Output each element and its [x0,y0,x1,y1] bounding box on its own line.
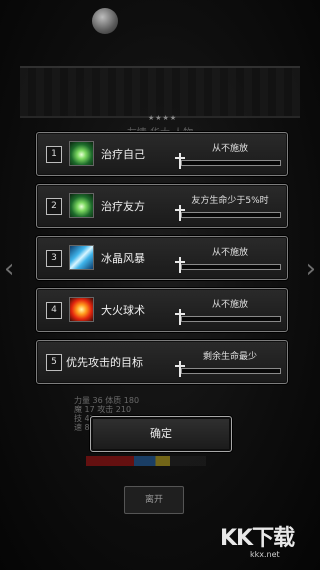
cast-condition: 从不施放 [211,300,248,310]
target-condition: 剩余生命最少 [202,352,257,362]
skill-slot-3[interactable]: 3 冰晶风暴 从不施放 [36,236,288,280]
slot-number: 4 [46,302,62,319]
condition-slider-track[interactable] [181,212,281,218]
condition-slider-track[interactable] [181,160,281,166]
skill-name: 治疗友方 [101,200,145,213]
slot-number: 5 [46,354,62,371]
page-right-arrow-icon[interactable]: › [306,254,316,284]
heal-icon [69,141,94,166]
slot-number: 1 [46,146,62,163]
cast-condition: 从不施放 [211,144,248,154]
confirm-button[interactable]: 确定 [90,416,232,452]
ice-storm-icon [69,245,94,270]
slider-handle[interactable] [175,309,185,325]
watermark-logo: KK下载 [220,526,295,551]
skill-name: 大火球术 [101,304,145,317]
slider-handle[interactable] [175,257,185,273]
leave-button[interactable]: 离开 [124,486,184,514]
skill-name: 冰晶风暴 [101,252,145,265]
target-label: 优先攻击的目标 [66,356,143,369]
slider-handle[interactable] [175,205,185,221]
slider-handle[interactable] [175,153,185,169]
slider-handle[interactable] [175,361,185,377]
skill-slot-4[interactable]: 4 大火球术 从不施放 [36,288,288,332]
watermark: KK下载 kkx.net [220,520,306,560]
slot-number: 3 [46,250,62,267]
condition-slider-track[interactable] [181,368,281,374]
watermark-url: kkx.net [250,550,280,559]
skill-name: 治疗自己 [101,148,145,161]
condition-slider-track[interactable] [181,316,281,322]
background-status-bars [86,456,206,466]
heal-icon [69,193,94,218]
skill-slot-1[interactable]: 1 治疗自己 从不施放 [36,132,288,176]
star-rating-icon: ★★★★ [148,114,178,122]
cast-condition: 友方生命少于5%时 [191,196,269,206]
slot-number: 2 [46,198,62,215]
target-priority-slot[interactable]: 5 优先攻击的目标 剩余生命最少 [36,340,288,384]
skill-slot-2[interactable]: 2 治疗友方 友方生命少于5%时 [36,184,288,228]
skill-settings-panel: 1 治疗自己 从不施放 2 治疗友方 友方生命少于5%时 3 冰晶风暴 从不施放… [36,132,288,394]
menu-orb-icon[interactable] [92,8,118,34]
decorative-frame-top [20,66,300,118]
cast-condition: 从不施放 [211,248,248,258]
fireball-icon [69,297,94,322]
condition-slider-track[interactable] [181,264,281,270]
page-left-arrow-icon[interactable]: ‹ [4,254,14,284]
